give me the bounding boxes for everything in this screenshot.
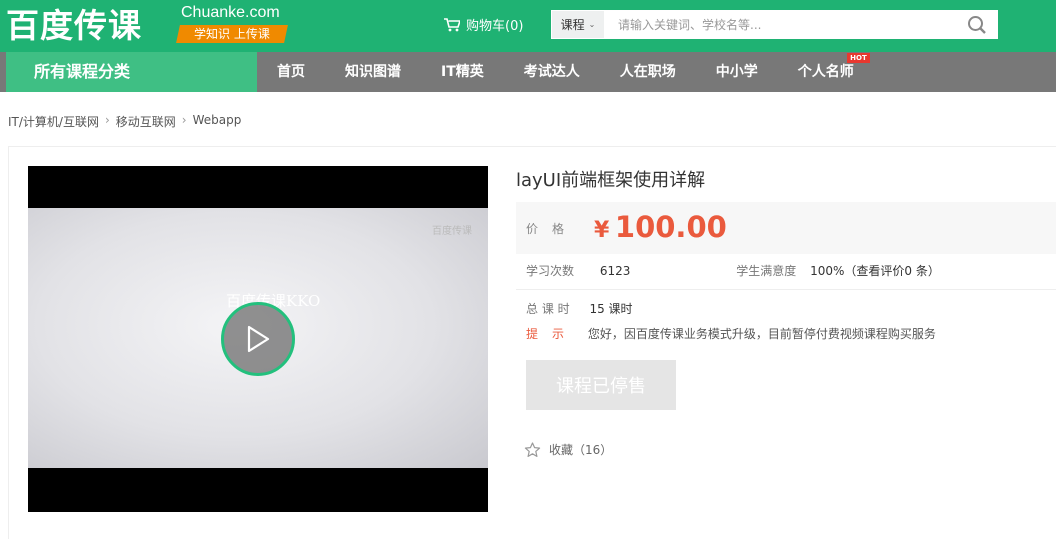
breadcrumb-item[interactable]: IT/计算机/互联网: [8, 113, 99, 130]
video-player[interactable]: 百度传课 百度传课KKO: [28, 166, 488, 512]
course-info: layUI前端框架使用详解 价格 ¥ 100.00 学习次数 6123 学生满意…: [516, 166, 1056, 457]
breadcrumb-item[interactable]: Webapp: [193, 113, 242, 130]
tip-text: 您好，因百度传课业务模式升级，目前暂停付费视频课程购买服务: [587, 327, 936, 341]
video-frame: 百度传课 百度传课KKO: [28, 208, 488, 468]
stats-row: 学习次数 6123 学生满意度 100%（查看评价0 条）: [526, 262, 1046, 279]
nav-item-teachers[interactable]: 个人名师 HOT: [778, 52, 874, 92]
hours-row: 总 课 时 15 课时: [526, 300, 633, 317]
nav-item-k12[interactable]: 中小学: [696, 52, 778, 92]
video-watermark: 百度传课: [432, 226, 472, 237]
study-count: 6123: [599, 264, 631, 278]
hours-label: 总 课 时: [526, 302, 570, 316]
cart-icon: [444, 17, 460, 31]
tip-row: 提示 您好，因百度传课业务模式升级，目前暂停付费视频课程购买服务: [526, 325, 936, 342]
star-icon: [524, 441, 541, 457]
nav-item-exam[interactable]: 考试达人: [504, 52, 600, 92]
search-button[interactable]: [957, 11, 997, 38]
search-category-select[interactable]: 课程 ⌄: [552, 11, 604, 38]
top-bar: 百度传课 Chuanke.com 学知识 上传课 购物车(0) 课程 ⌄: [0, 0, 1056, 52]
breadcrumb-item[interactable]: 移动互联网: [116, 113, 176, 130]
nav-item-knowledge-map[interactable]: 知识图谱: [325, 52, 421, 92]
search-icon: [968, 15, 986, 34]
nav-item-career[interactable]: 人在职场: [600, 52, 696, 92]
price-label: 价格: [526, 222, 579, 236]
buy-button-disabled: 课程已停售: [526, 360, 676, 410]
breadcrumb: IT/计算机/互联网 › 移动互联网 › Webapp: [8, 113, 241, 130]
play-icon: [247, 325, 270, 353]
hot-badge: HOT: [847, 53, 870, 63]
logo-domain: Chuanke.com: [181, 4, 280, 21]
course-title: layUI前端框架使用详解: [516, 170, 706, 191]
satisfaction-value[interactable]: 100%（查看评价0 条）: [810, 264, 940, 278]
search-bar: 课程 ⌄: [551, 10, 998, 39]
main-nav: 所有课程分类 首页 知识图谱 IT精英 考试达人 人在职场 中小学 个人名师 H…: [0, 52, 1056, 92]
nav-items: 首页 知识图谱 IT精英 考试达人 人在职场 中小学 个人名师 HOT: [257, 52, 874, 92]
play-button[interactable]: [221, 302, 295, 376]
favorite-label: 收藏（16）: [549, 443, 613, 457]
logo-slogan: 学知识 上传课: [176, 25, 288, 43]
hours-value: 15 课时: [589, 302, 633, 316]
breadcrumb-separator: ›: [104, 113, 110, 127]
divider: [516, 289, 1056, 290]
logo[interactable]: 百度传课: [6, 4, 142, 48]
breadcrumb-separator: ›: [181, 113, 187, 127]
price-row: 价格 ¥ 100.00: [516, 202, 1056, 254]
satisfaction-label: 学生满意度: [736, 264, 797, 278]
favorite-button[interactable]: 收藏（16）: [524, 441, 612, 458]
price: ¥ 100.00: [594, 210, 727, 244]
cart-link[interactable]: 购物车(0): [444, 15, 523, 34]
all-categories-button[interactable]: 所有课程分类: [6, 52, 257, 92]
study-count-label: 学习次数: [526, 264, 575, 278]
nav-item-home[interactable]: 首页: [257, 52, 325, 92]
search-input[interactable]: [604, 11, 957, 38]
currency-symbol: ¥: [594, 218, 610, 243]
chevron-down-icon: ⌄: [588, 20, 596, 29]
tip-label: 提示: [526, 327, 579, 341]
cart-label: 购物车(0): [466, 19, 524, 34]
nav-item-it-elite[interactable]: IT精英: [421, 52, 504, 92]
price-value: 100.00: [614, 210, 727, 244]
